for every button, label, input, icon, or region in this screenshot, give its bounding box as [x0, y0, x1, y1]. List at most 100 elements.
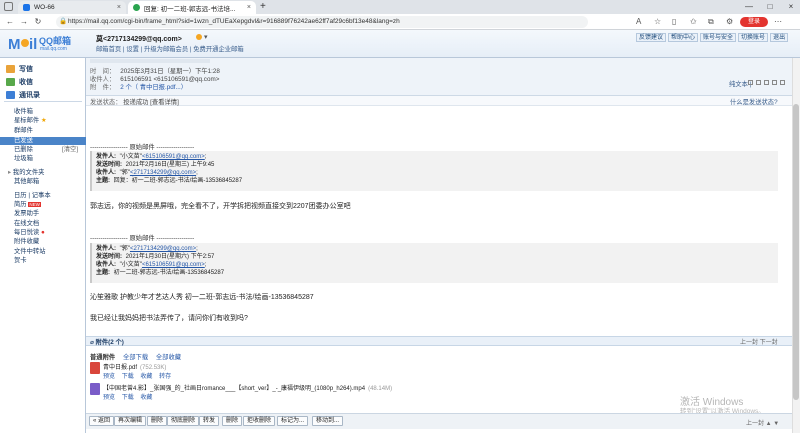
new-tab-button[interactable]: +	[260, 1, 266, 12]
download-link[interactable]: 下载	[122, 395, 134, 401]
bottom-pager[interactable]: 上一封 ▲ ▼	[746, 418, 779, 427]
logout-link[interactable]: 退出	[770, 33, 789, 42]
sender-email-link[interactable]: <615106591@qq.com>	[142, 154, 205, 160]
contacts-icon	[6, 91, 15, 99]
help-link[interactable]: 帮助中心	[668, 33, 699, 42]
subject-partial-strip	[90, 59, 210, 63]
sidebar-item-daily-read[interactable]: 每日悦读 ●	[0, 229, 86, 237]
forward-button[interactable]: 转发	[199, 416, 220, 426]
download-all-link[interactable]: 全部下载	[123, 354, 148, 361]
sidebar-item-my-folders[interactable]: ▸ 我的文件夹	[0, 169, 86, 177]
message-tools	[748, 80, 785, 85]
inbox-tray-icon	[6, 78, 15, 86]
sidebar-item-resume[interactable]: 简历 NEW	[0, 201, 86, 209]
next-icon[interactable]	[772, 80, 777, 85]
sidebar-item-invoice[interactable]: 发票助手	[0, 210, 86, 218]
attachment-pager[interactable]: 上一封 下一封	[740, 337, 778, 346]
preview-link[interactable]: 预览	[103, 395, 115, 401]
prev-icon[interactable]	[764, 80, 769, 85]
svg-text:M: M	[8, 36, 21, 53]
sender-email-link[interactable]: <2717134299@qq.com>	[130, 246, 196, 252]
feedback-link[interactable]: 反馈建议	[636, 33, 667, 42]
back-icon[interactable]: ←	[4, 16, 16, 28]
star-icon: ★	[40, 117, 47, 124]
favorite-link[interactable]: 收藏	[140, 395, 152, 401]
vip-icon	[196, 34, 202, 40]
permanent-delete-button[interactable]: 彻底删除	[167, 416, 200, 426]
delete-button[interactable]: 删除	[147, 416, 168, 426]
back-button[interactable]: « 返回	[89, 416, 115, 426]
tab-actions-icon[interactable]	[4, 2, 13, 11]
sidebar-item-group-mail[interactable]: 群邮件	[0, 127, 86, 135]
split-screen-icon[interactable]: ▯	[672, 17, 676, 27]
attachment-item: 青中日报.pdf (752.53K) 预览 下载 收藏 转存	[90, 362, 176, 380]
switch-account-link[interactable]: 切换账号	[738, 33, 769, 42]
move-to-dropdown[interactable]: 移动到...	[312, 416, 344, 426]
mark-as-dropdown[interactable]: 标记为...	[277, 416, 309, 426]
sidebar-item-spam[interactable]: 垃圾箱	[0, 155, 86, 163]
sidebar-item-other-mailboxes[interactable]: 其他邮箱	[0, 178, 86, 186]
tab-favicon-icon	[23, 4, 30, 11]
pdf-file-icon	[90, 362, 100, 374]
attachment-item: 【中国老曾4.影】_张国强_的_社画日romance___【short_ver】…	[90, 383, 392, 401]
favorite-star-icon[interactable]: ☆	[654, 17, 661, 27]
reload-icon[interactable]: ↻	[32, 16, 44, 28]
lock-icon[interactable]: 🔒	[59, 17, 67, 25]
read-aloud-icon[interactable]: A	[636, 17, 641, 27]
sidebar-item-inbox[interactable]: 收件箱	[0, 108, 86, 116]
meta-attachment[interactable]: 附 件： 2 个（ 青中日报.pdf...）	[90, 82, 187, 91]
sidebar-item-docs[interactable]: 在线文档	[0, 220, 86, 228]
collections-icon[interactable]: ⧉	[708, 17, 714, 27]
top-links: 反馈建议 帮助中心 账号与安全 切换账号 退出	[636, 33, 789, 42]
empty-trash-link[interactable]: [清空]	[62, 146, 78, 154]
browser-tab-2[interactable]: 回复: 初一二班-郭志远-书法培... ×	[128, 1, 256, 14]
receive-mail-button[interactable]: 收信	[6, 77, 33, 87]
preview-link[interactable]: 预览	[103, 374, 115, 380]
write-label: 写信	[19, 66, 33, 73]
close-window-icon[interactable]: ×	[784, 0, 798, 14]
close-tab-icon[interactable]: ×	[117, 4, 121, 11]
write-mail-button[interactable]: 写信	[6, 64, 33, 74]
download-link[interactable]: 下载	[122, 374, 134, 380]
extensions-icon[interactable]: ⚙	[726, 17, 733, 27]
more-icon[interactable]	[780, 80, 785, 85]
edit-again-button[interactable]: 再次编辑	[114, 416, 147, 426]
scrollbar-thumb[interactable]	[793, 104, 799, 400]
sidebar-item-starred[interactable]: 星标邮件 ★	[0, 117, 86, 125]
quoted-header: 发件人: "小文苗"<615106591@qq.com>; 发送时间: 2021…	[90, 151, 778, 191]
reject-delete-button[interactable]: 拒收删除	[243, 416, 276, 426]
forward-icon[interactable]: →	[18, 16, 30, 28]
chevron-down-icon[interactable]: ▾	[204, 33, 208, 41]
close-tab-icon[interactable]: ×	[247, 4, 251, 11]
original-mail-separator: ------------------ 原始邮件 ----------------…	[90, 144, 195, 151]
favorite-link[interactable]: 收藏	[140, 374, 152, 380]
print-icon[interactable]	[748, 80, 753, 85]
minimize-icon[interactable]: —	[742, 0, 756, 14]
expand-icon: ▸	[8, 169, 12, 176]
maximize-icon[interactable]: □	[763, 0, 777, 14]
sidebar-item-file-transfer[interactable]: 文件中转站	[0, 248, 86, 256]
recipient-email-link[interactable]: <615106591@qq.com>	[142, 262, 205, 268]
sidebar-item-deleted[interactable]: 已删除 [清空]	[0, 146, 86, 154]
browser-tab-1[interactable]: WO-66 ×	[18, 1, 126, 14]
sidebar-item-cards[interactable]: 贺卡	[0, 257, 86, 265]
sidebar-item-attachment-fav[interactable]: 附件收藏	[0, 238, 86, 246]
sidebar-item-calendar-notes[interactable]: 日历 | 记事本	[0, 192, 86, 200]
contacts-label: 通讯录	[19, 92, 40, 99]
more-options-icon[interactable]: ⋯	[774, 17, 782, 27]
url-input[interactable]	[56, 16, 588, 28]
recipient-email-link[interactable]: <2717134299@qq.com>	[130, 170, 196, 176]
browser-login-button[interactable]: 登录	[740, 17, 768, 27]
what-is-status-link[interactable]: 什么是发送状态?	[730, 97, 778, 106]
favorites-icon[interactable]: ✩	[690, 17, 697, 27]
save-all-link[interactable]: 全部收藏	[156, 354, 181, 361]
send-status-row	[86, 96, 792, 106]
logo-subtext: mail.qq.com	[40, 46, 67, 52]
window-icon[interactable]	[756, 80, 761, 85]
account-security-link[interactable]: 账号与安全	[700, 33, 737, 42]
save-to-link[interactable]: 转存	[159, 374, 171, 380]
user-links[interactable]: 邮箱首页 | 设置 | 升级为邮箱会员 | 免费开通企业邮箱	[96, 44, 244, 53]
contacts-button[interactable]: 通讯录	[6, 90, 40, 100]
delete-button-2[interactable]: 删除	[222, 416, 243, 426]
sidebar-item-sent[interactable]: 已发送	[0, 137, 86, 145]
